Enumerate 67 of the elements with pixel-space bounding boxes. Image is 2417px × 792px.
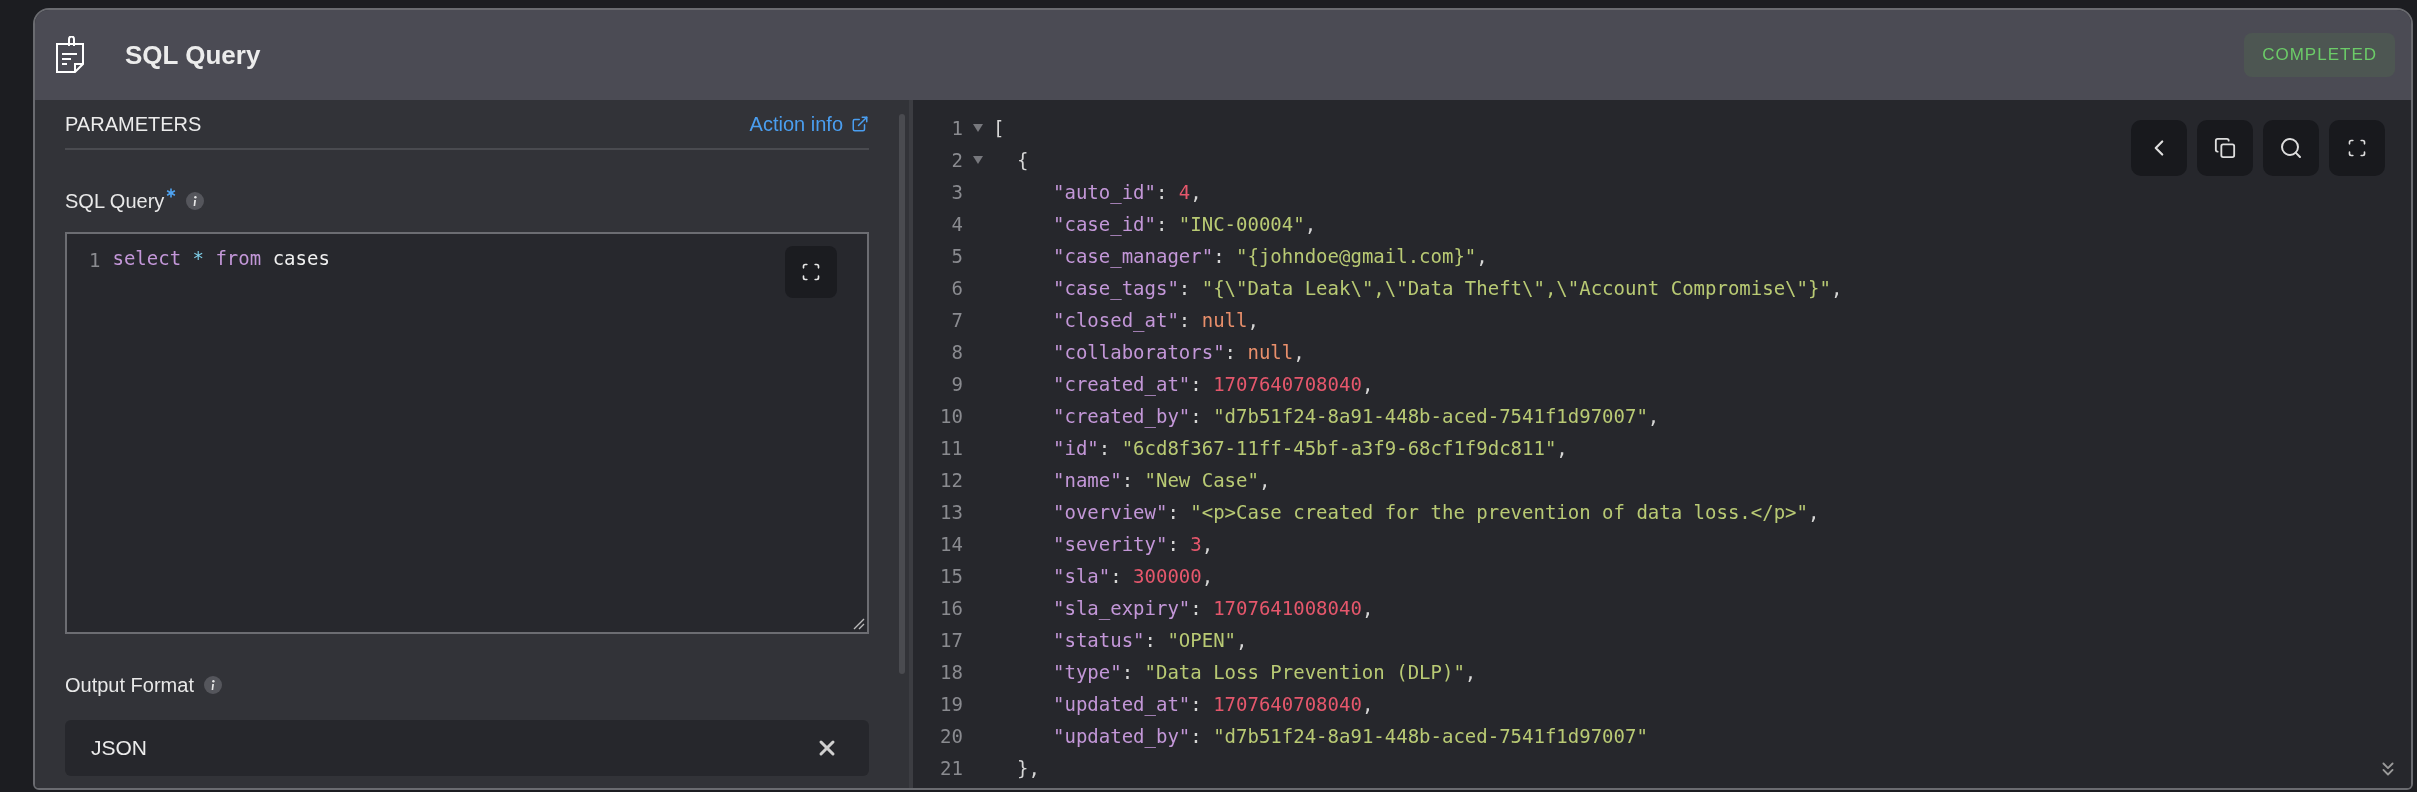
info-icon[interactable] [186, 192, 205, 210]
code-line: "type": "Data Loss Prevention (DLP)", [1052, 659, 1477, 685]
line-number: 14 [939, 531, 963, 557]
code-line: "name": "New Case", [1052, 467, 1271, 493]
line-number: 1 [950, 115, 963, 141]
code-line: }, [1016, 755, 1040, 781]
code-line: "collaborators": null, [1052, 339, 1305, 365]
status-badge: COMPLETED [2244, 33, 2395, 77]
code-line: { [1016, 147, 1029, 173]
line-number: 20 [939, 723, 963, 749]
search-button[interactable] [2263, 120, 2319, 176]
section-heading: PARAMETERS [65, 112, 202, 137]
code-line: "updated_by": "d7b51f24-8a91-448b-aced-7541f1d97007" [1052, 723, 1648, 750]
external-link-icon [851, 115, 869, 133]
code-line: "auto_id": 4, [1052, 179, 1202, 206]
note-icon [55, 36, 85, 74]
line-number: 19 [939, 691, 963, 717]
line-number: 3 [950, 179, 963, 205]
action-info-link[interactable]: Action info [749, 109, 869, 139]
code-line: select * from cases [112, 246, 330, 270]
line-number: 9 [950, 371, 963, 397]
line-number: 12 [939, 467, 963, 493]
copy-button[interactable] [2197, 120, 2253, 176]
line-number: 10 [939, 403, 963, 429]
sql-editor[interactable]: 1 select * from cases [65, 232, 869, 634]
line-number: 7 [950, 307, 963, 333]
code-line: "closed_at": null, [1052, 307, 1259, 334]
code-line: "status": "OPEN", [1052, 627, 1248, 653]
output-format-select[interactable]: JSON [65, 720, 869, 776]
line-number: 18 [939, 659, 963, 685]
line-number: 17 [939, 627, 963, 653]
info-icon[interactable] [203, 676, 222, 694]
line-number: 11 [939, 435, 963, 461]
resize-grip-icon [853, 618, 865, 630]
scrollbar-thumb[interactable] [899, 114, 905, 674]
line-number: 1 [89, 248, 101, 273]
line-number: 8 [950, 339, 963, 365]
fullscreen-icon [801, 262, 821, 282]
search-icon [2279, 136, 2303, 160]
code-line: "sla_expiry": 1707641008040, [1052, 595, 1374, 622]
line-number: 15 [939, 563, 963, 589]
line-number: 2 [950, 147, 963, 173]
code-line: "sla": 300000, [1052, 563, 1214, 589]
code-line: "case_id": "INC-00004", [1052, 211, 1317, 238]
fullscreen-button[interactable] [785, 246, 837, 298]
code-line: [ [993, 115, 1005, 141]
line-number: 13 [939, 499, 963, 525]
code-line: "updated_at": 1707640708040, [1052, 691, 1374, 718]
line-number: 16 [939, 595, 963, 621]
line-number: 4 [950, 211, 963, 237]
copy-icon [2214, 137, 2236, 159]
code-line: "case_tags": "{\"Data Leak\",\"Data Theft\",\"Account Compromise\"}", [1052, 275, 1843, 302]
line-number: 6 [950, 275, 963, 301]
field-label: SQL Query [65, 189, 165, 214]
card-title: SQL Query [125, 38, 261, 72]
line-number: 5 [950, 243, 963, 269]
fullscreen-icon [2347, 138, 2367, 158]
code-line: "created_at": 1707640708040, [1052, 371, 1374, 398]
code-line: "severity": 3, [1052, 531, 1214, 557]
code-line: "overview": "<p>Case created for the prevention of data loss.</p>", [1052, 499, 1820, 525]
code-line: "case_manager": "{johndoe@gmail.com}", [1052, 243, 1488, 270]
fold-arrow-icon[interactable] [973, 156, 983, 164]
fold-arrow-icon[interactable] [973, 124, 983, 132]
field-label: Output Format [65, 673, 194, 698]
code-line: "id": "6cd8f367-11ff-45bf-a3f9-68cf1f9dc811", [1052, 435, 1568, 461]
line-number: 21 [939, 755, 963, 781]
code-line: "created_by": "d7b51f24-8a91-448b-aced-7541f1d97007", [1052, 403, 1660, 430]
